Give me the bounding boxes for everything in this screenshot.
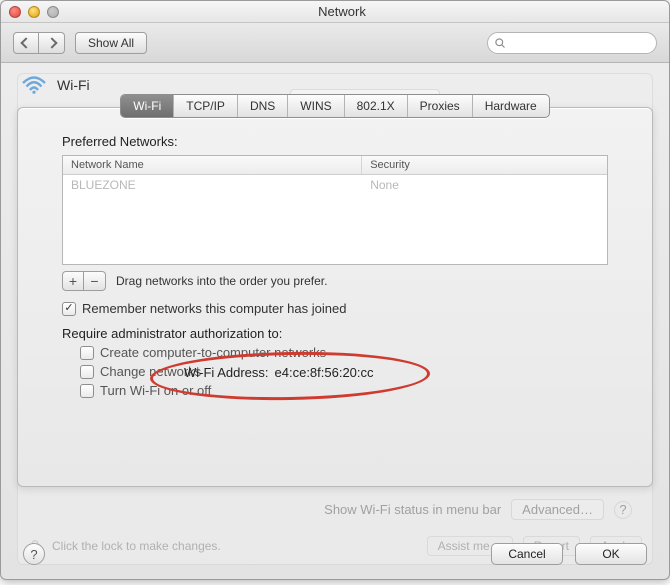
admin-create-networks-checkbox[interactable]	[80, 346, 94, 360]
tab-tcpip[interactable]: TCP/IP	[173, 95, 237, 117]
close-window-button[interactable]	[9, 6, 21, 18]
cell-security: None	[362, 175, 607, 195]
help-button[interactable]: ?	[23, 543, 45, 565]
cell-network-name: BLUEZONE	[63, 175, 362, 195]
drag-hint: Drag networks into the order you prefer.	[116, 274, 327, 288]
remember-networks-checkbox[interactable]	[62, 302, 76, 316]
preferred-networks-table[interactable]: Network Name Security BLUEZONE None	[62, 155, 608, 265]
forward-button[interactable]	[39, 32, 65, 54]
remember-networks-label: Remember networks this computer has join…	[82, 301, 346, 316]
system-preferences-window: Network Show All Location: Automatic Eth…	[0, 0, 670, 580]
chevron-right-icon	[46, 37, 57, 48]
search-input[interactable]	[510, 36, 650, 50]
admin-change-networks-checkbox[interactable]	[80, 365, 94, 379]
wifi-icon	[21, 75, 47, 95]
wifi-address-label: Wi-Fi Address:	[184, 365, 269, 380]
remove-network-button[interactable]: −	[84, 271, 106, 291]
tab-wins[interactable]: WINS	[287, 95, 343, 117]
wifi-address-value: e4:ce:8f:56:20:cc	[275, 365, 374, 380]
toolbar: Show All	[1, 23, 669, 63]
tab-hardware[interactable]: Hardware	[472, 95, 549, 117]
preferred-networks-label: Preferred Networks:	[62, 134, 608, 149]
window-title: Network	[23, 4, 661, 19]
cancel-button[interactable]: Cancel	[491, 543, 563, 565]
chevron-left-icon	[20, 37, 31, 48]
tab-proxies[interactable]: Proxies	[407, 95, 472, 117]
column-network-name[interactable]: Network Name	[63, 156, 362, 174]
tab-dns[interactable]: DNS	[237, 95, 287, 117]
show-all-button[interactable]: Show All	[75, 32, 147, 54]
sheet-title: Wi-Fi	[57, 77, 90, 93]
tab-8021x[interactable]: 802.1X	[344, 95, 407, 117]
admin-toggle-wifi-label: Turn Wi-Fi on or off	[100, 383, 211, 398]
tab-bar: Wi-Fi TCP/IP DNS WINS 802.1X Proxies Har…	[120, 94, 549, 118]
advanced-sheet: Wi-Fi TCP/IP DNS WINS 802.1X Proxies Har…	[17, 107, 653, 487]
back-button[interactable]	[13, 32, 39, 54]
admin-create-networks-label: Create computer-to-computer networks	[100, 345, 326, 360]
admin-auth-label: Require administrator authorization to:	[62, 326, 608, 341]
column-security[interactable]: Security	[362, 156, 607, 174]
search-icon	[494, 37, 506, 49]
search-field[interactable]	[487, 32, 657, 54]
admin-toggle-wifi-checkbox[interactable]	[80, 384, 94, 398]
ok-button[interactable]: OK	[575, 543, 647, 565]
wifi-address-row: Wi-Fi Address: e4:ce:8f:56:20:cc	[184, 365, 374, 380]
nav-segment	[13, 32, 65, 54]
tab-wifi[interactable]: Wi-Fi	[121, 95, 173, 117]
add-network-button[interactable]: +	[62, 271, 84, 291]
table-row[interactable]: BLUEZONE None	[63, 175, 607, 195]
titlebar: Network	[1, 1, 669, 23]
